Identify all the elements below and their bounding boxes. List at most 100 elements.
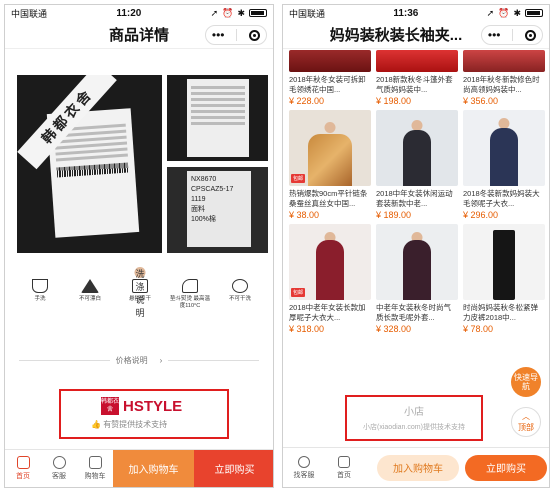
home-icon (338, 455, 350, 468)
bluetooth-icon: ✱ (513, 7, 521, 18)
product-card[interactable]: 中老年女装秋冬时尚气质长款毛呢外套... ¥ 328.00 (376, 224, 458, 334)
tab-service[interactable]: 客服 (41, 450, 77, 487)
location-icon: ➚ (486, 7, 495, 18)
product-title: 中老年女装秋冬时尚气质长款毛呢外套... (376, 303, 451, 322)
back-to-top-button[interactable]: ︿ 顶部 (511, 407, 541, 437)
washing-instructions: 洗涤说明 手洗 不可漂白 悬挂晾干 垫斗熨烫 最高温度110°C 不可干洗 (5, 267, 273, 318)
product-card[interactable]: 时尚妈妈装秋冬松紧弹力皮裤2018中... ¥ 78.00 (463, 224, 545, 334)
barcode-icon (56, 162, 130, 178)
product-image (376, 224, 458, 300)
home-icon (16, 456, 30, 469)
product-price: ¥ 38.00 (289, 210, 320, 220)
product-title: 2018中年女装休闲运动套装新款中老... (376, 189, 453, 208)
chevron-up-icon: ︿ (522, 412, 530, 421)
close-program-button[interactable] (249, 29, 261, 41)
label-photo-main[interactable]: NX8670 韩都衣舍 (17, 75, 162, 253)
bottom-action-bar: 首页 客服 购物车 加入购物车 立即购买 (5, 449, 273, 487)
label-photo-composition[interactable]: NX8670 CPSCAZ5-17 1119 面料 100%棉 (167, 167, 268, 253)
tech-support-box: 韩都衣舍 HSTYLE 👍 有赞提供技术支持 (59, 389, 229, 439)
product-detail-screen: 中国联通 11:20 ➚⏰✱ 商品详情 ••• NX8670 韩都衣舍 (4, 4, 274, 488)
product-title: 2018年秋冬新款修色时尚高领妈妈装中... (463, 75, 540, 94)
chevron-right-icon: › (159, 356, 163, 365)
carrier-label: 中国联通 (11, 8, 48, 19)
tag-line: 100%棉 (191, 216, 216, 223)
product-title: 2018新款秋冬斗篷外套气质妈妈装中... (376, 75, 453, 94)
iron-icon: 垫斗熨烫 最高温度110°C (168, 279, 212, 310)
product-title: 2018中老年女装长款加厚呢子大衣大... (289, 303, 366, 322)
hand-wash-icon: 手洗 (18, 279, 62, 310)
screenshot-frame: 中国联通 11:20 ➚⏰✱ 商品详情 ••• NX8670 韩都衣舍 (0, 0, 554, 492)
tag-line: NX8670 (191, 176, 217, 183)
quick-nav-button[interactable]: 快速导航 (511, 367, 541, 397)
buy-now-button[interactable]: 立即购买 (465, 454, 547, 481)
product-image (463, 224, 545, 300)
support-text: 小店(xiaodian.com)提供技术支持 (363, 424, 465, 431)
tab-cart[interactable]: 购物车 (77, 450, 113, 487)
tech-support-box: 小店 小店(xiaodian.com)提供技术支持 (345, 395, 483, 441)
product-card[interactable]: 2018年秋冬新款修色时尚高领妈妈装中... ¥ 356.00 (463, 50, 545, 106)
brand-name: HSTYLE (123, 397, 183, 415)
close-program-button[interactable] (525, 29, 537, 41)
product-title: 2018冬装新款妈妈装大毛领呢子大衣... (463, 189, 540, 208)
mini-program-capsule: ••• (481, 25, 543, 45)
cart-icon (88, 456, 102, 469)
product-price: ¥ 356.00 (463, 96, 499, 106)
wash-title: 洗涤说明 (134, 267, 146, 318)
chat-icon (52, 456, 66, 469)
shop-label: 小店 (404, 407, 424, 418)
product-card[interactable]: 2018中年女装休闲运动套装新款中老... ¥ 189.00 (376, 110, 458, 220)
status-icons: ➚ ⏰ ✱ (211, 8, 267, 19)
product-price: ¥ 228.00 (289, 96, 325, 106)
product-image (463, 50, 545, 72)
tag-line: 1119 (191, 196, 206, 203)
add-to-cart-button[interactable]: 加入购物车 (113, 450, 194, 487)
product-list-screen: 中国联通 11:36 ➚ ⏰ ✱ 妈妈装秋装长袖夹... ••• 2018年秋冬女装… (282, 4, 550, 488)
product-card[interactable]: 2018新款秋冬斗篷外套气质妈妈装中... ¥ 198.00 (376, 50, 458, 106)
free-shipping-badge: 包邮 (291, 174, 306, 183)
composition-tag-card: NX8670 CPSCAZ5-17 1119 面料 100%棉 (187, 171, 251, 247)
product-card[interactable]: 2018年秋冬女装可拆卸毛领绣花中国... ¥ 228.00 (289, 50, 371, 106)
no-bleach-icon: 不可漂白 (68, 279, 112, 310)
product-gallery: NX8670 韩都衣舍 NX8670 CPSCAZ5-17 1119 面料 10… (13, 75, 268, 253)
bluetooth-icon: ✱ (237, 7, 245, 18)
tab-service[interactable]: 找客服 (287, 455, 321, 480)
page-title: 妈妈装秋装长袖夹... (329, 27, 463, 44)
tab-home[interactable]: 首页 (327, 455, 361, 480)
alarm-icon: ⏰ (498, 7, 510, 18)
brand-mark: 韩都衣舍 (101, 397, 120, 415)
status-icons: ➚ ⏰ ✱ (487, 8, 543, 19)
label-photo-care[interactable] (167, 75, 268, 161)
clock: 11:36 (393, 7, 419, 19)
tag-line: 面料 (191, 206, 205, 213)
no-dry-clean-icon: 不可干洗 (218, 279, 262, 310)
product-image (289, 50, 371, 72)
status-bar: 中国联通 11:36 ➚ ⏰ ✱ (283, 5, 549, 21)
price-explanation-link[interactable]: 价格说明 › (19, 355, 260, 366)
product-price: ¥ 318.00 (289, 324, 325, 334)
more-menu-button[interactable]: ••• (212, 28, 225, 42)
product-card[interactable]: 包邮 热销爆款90cm平针链条桑蚕丝真丝女中国... ¥ 38.00 (289, 110, 371, 220)
status-bar: 中国联通 11:20 ➚ ⏰ ✱ (5, 5, 273, 21)
product-image (376, 50, 458, 72)
product-card[interactable]: 2018冬装新款妈妈装大毛领呢子大衣... ¥ 296.00 (463, 110, 545, 220)
product-price: ¥ 78.00 (463, 324, 494, 334)
product-image: 包邮 (289, 110, 371, 186)
product-card[interactable]: 包邮 2018中老年女装长款加厚呢子大衣大... ¥ 318.00 (289, 224, 371, 334)
nav-bar: 妈妈装秋装长袖夹... ••• (283, 21, 549, 49)
tab-home[interactable]: 首页 (5, 450, 41, 487)
capsule-divider (236, 29, 238, 41)
product-grid: 2018年秋冬女装可拆卸毛领绣花中国... ¥ 228.00 2018新款秋冬斗… (289, 50, 545, 338)
add-to-cart-button[interactable]: 加入购物车 (377, 454, 459, 481)
buy-now-button[interactable]: 立即购买 (194, 450, 273, 487)
carrier-label: 中国联通 (289, 8, 326, 19)
capsule-divider (512, 29, 514, 41)
page-title: 商品详情 (108, 27, 169, 44)
product-price: ¥ 296.00 (463, 210, 499, 220)
price-explanation-label: 价格说明 (115, 356, 148, 365)
product-price: ¥ 189.00 (376, 210, 412, 220)
product-title: 2018年秋冬女装可拆卸毛领绣花中国... (289, 75, 366, 94)
service-icon (298, 455, 310, 468)
more-menu-button[interactable]: ••• (488, 28, 501, 42)
battery-icon (248, 9, 267, 17)
product-image (463, 110, 545, 186)
